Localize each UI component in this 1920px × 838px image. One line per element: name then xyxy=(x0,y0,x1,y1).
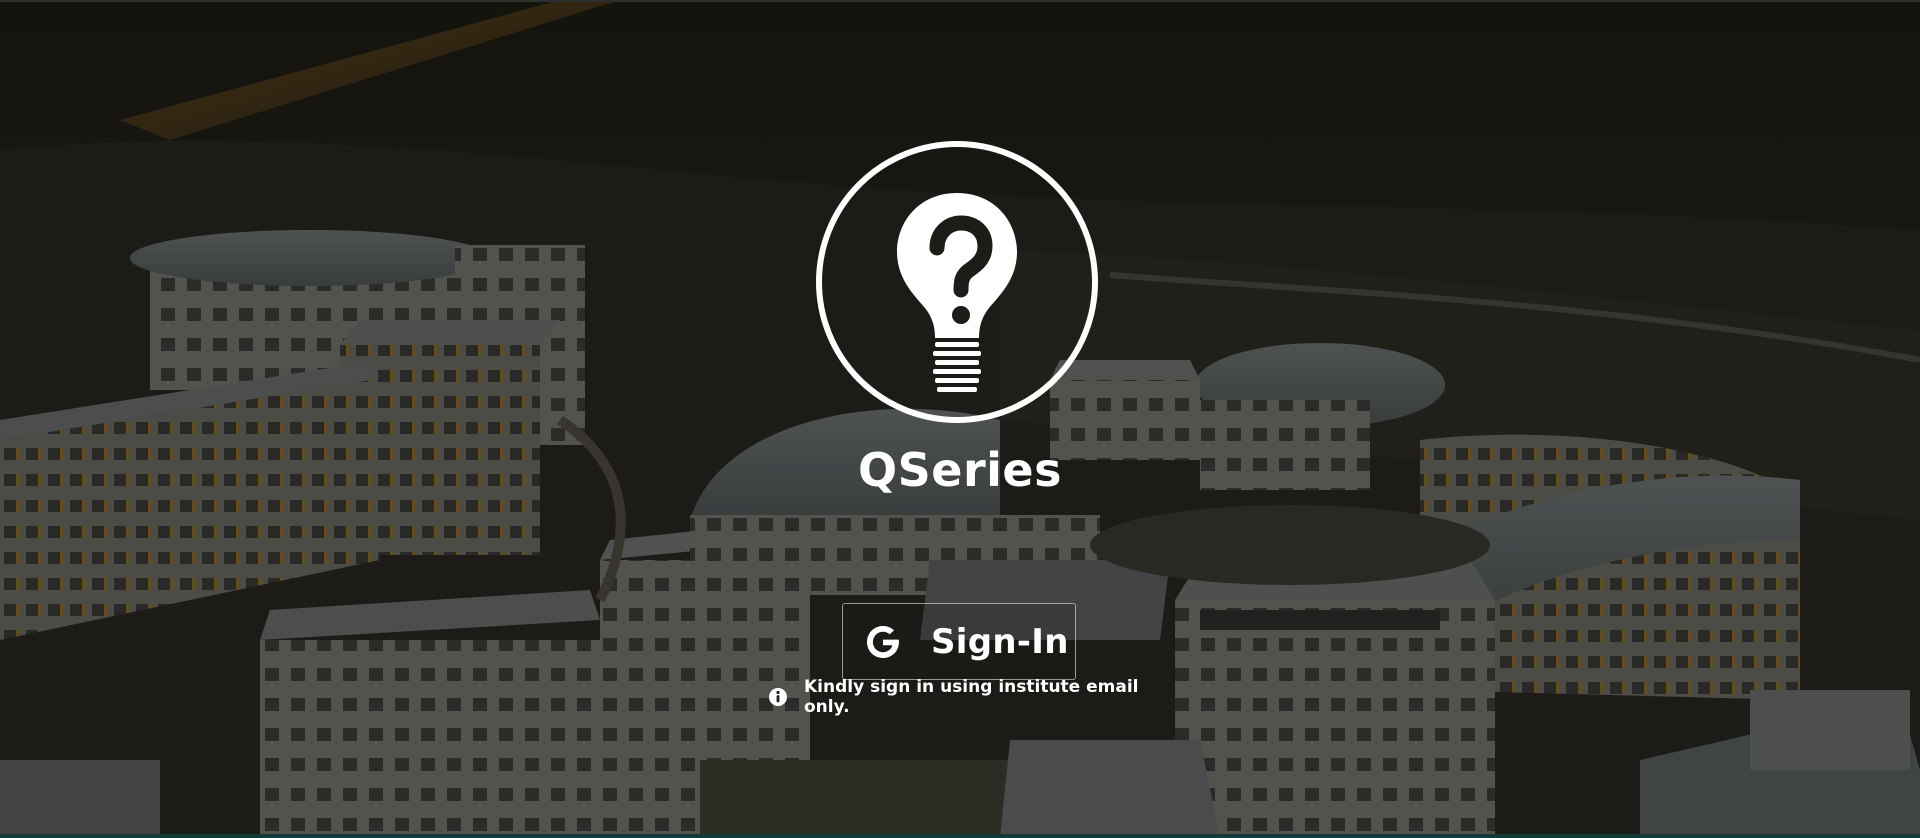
top-edge xyxy=(0,0,1920,2)
login-page: QSeries Sign-In Kindly sign in using ins… xyxy=(0,0,1920,838)
bottom-edge xyxy=(0,834,1920,838)
lightbulb-question-icon xyxy=(816,141,1098,423)
google-g-icon xyxy=(867,625,899,658)
app-brand-name: QSeries xyxy=(858,443,1062,497)
info-circle-icon xyxy=(769,688,787,706)
email-notice: Kindly sign in using institute email onl… xyxy=(765,677,1165,717)
notice-text: Kindly sign in using institute email onl… xyxy=(804,677,1139,717)
sign-in-label: Sign-In xyxy=(931,621,1069,662)
sign-in-button[interactable]: Sign-In xyxy=(842,603,1076,680)
app-logo xyxy=(815,140,1099,424)
